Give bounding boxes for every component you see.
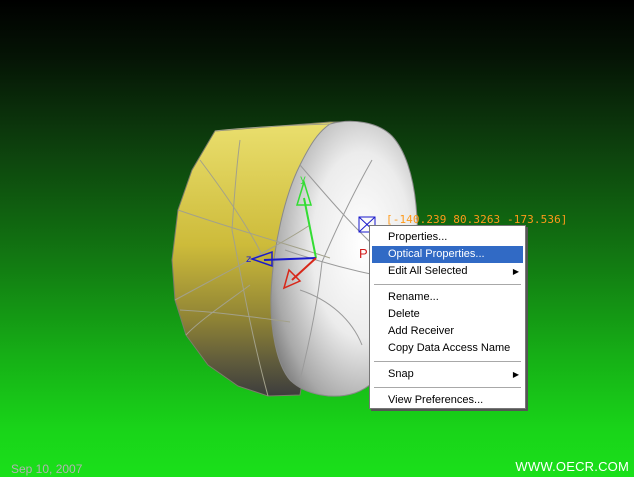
- menu-separator: [374, 284, 521, 285]
- context-menu: Properties... Optical Properties... Edit…: [369, 225, 526, 409]
- menu-item-rename[interactable]: Rename...: [372, 289, 523, 306]
- menu-item-snap[interactable]: Snap ▶: [372, 366, 523, 383]
- menu-item-copy-data-access-name[interactable]: Copy Data Access Name: [372, 340, 523, 357]
- svg-text:z: z: [246, 254, 251, 265]
- menu-separator: [374, 361, 521, 362]
- 3d-viewport[interactable]: y z [-140.239 80.3263 -173.536] P Proper…: [0, 0, 634, 477]
- menu-item-add-receiver[interactable]: Add Receiver: [372, 323, 523, 340]
- menu-item-edit-all-selected[interactable]: Edit All Selected ▶: [372, 263, 523, 280]
- menu-item-properties[interactable]: Properties...: [372, 229, 523, 246]
- watermark: WWW.OECR.COM: [515, 459, 629, 474]
- selected-object-label: P: [359, 246, 368, 261]
- menu-item-view-preferences[interactable]: View Preferences...: [372, 392, 523, 409]
- menu-item-optical-properties[interactable]: Optical Properties...: [372, 246, 523, 263]
- date-stamp: Sep 10, 2007: [11, 462, 83, 476]
- submenu-arrow-icon: ▶: [512, 267, 519, 276]
- svg-text:y: y: [300, 174, 306, 185]
- menu-item-delete[interactable]: Delete: [372, 306, 523, 323]
- cylinder-model[interactable]: y z: [0, 0, 634, 477]
- menu-separator: [374, 387, 521, 388]
- submenu-arrow-icon: ▶: [512, 370, 519, 379]
